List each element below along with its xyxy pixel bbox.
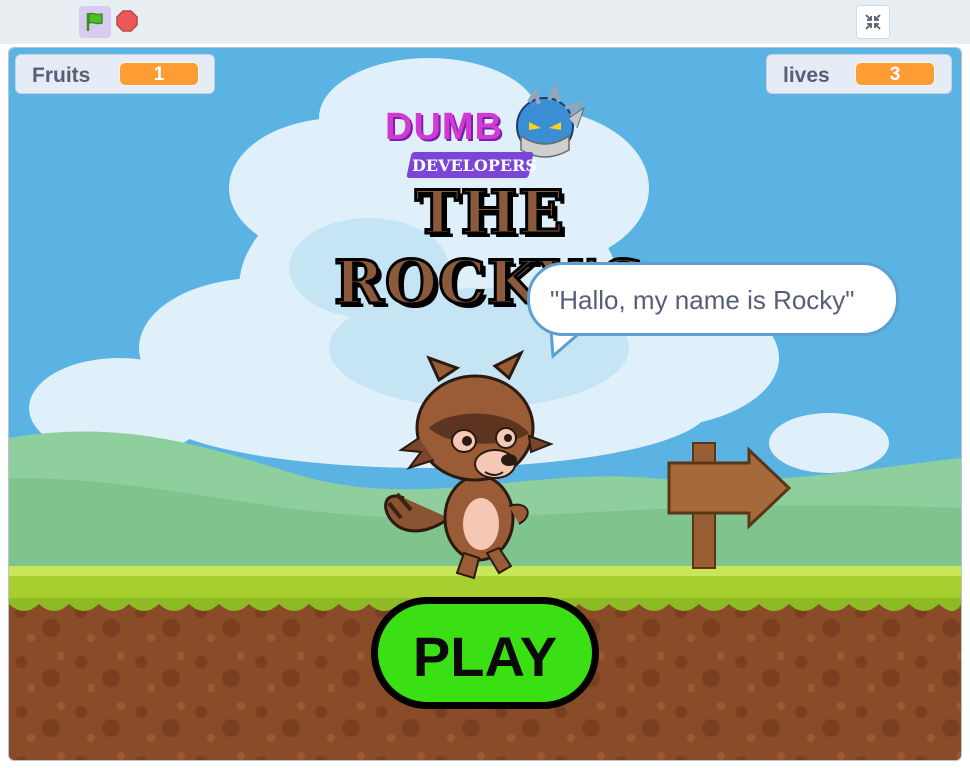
fruits-value: 1	[119, 62, 199, 86]
green-flag-button[interactable]	[79, 6, 111, 38]
speech-bubble: "Hallo, my name is Rocky"	[527, 262, 899, 336]
logo-subtext: DEVELOPERS	[412, 156, 537, 175]
fruits-monitor: Fruits 1	[15, 54, 215, 94]
speech-text: "Hallo, my name is Rocky"	[550, 285, 855, 315]
stop-sign-icon[interactable]	[116, 10, 138, 32]
lives-label: lives	[783, 64, 830, 87]
logo-text: DUMB	[385, 106, 503, 148]
play-label: PLAY	[412, 625, 558, 688]
exit-fullscreen-icon	[865, 14, 881, 30]
lives-monitor: lives 3	[766, 54, 952, 94]
lives-value: 3	[855, 62, 935, 86]
fruits-label: Fruits	[32, 64, 91, 87]
exit-fullscreen-button[interactable]	[856, 5, 890, 39]
play-button[interactable]: PLAY	[371, 597, 599, 709]
game-stage[interactable]: Fruits 1 lives 3 DUMB DEVELOPERS THE ROC…	[8, 47, 962, 761]
stage-header	[0, 0, 970, 44]
green-flag-icon	[86, 12, 103, 31]
